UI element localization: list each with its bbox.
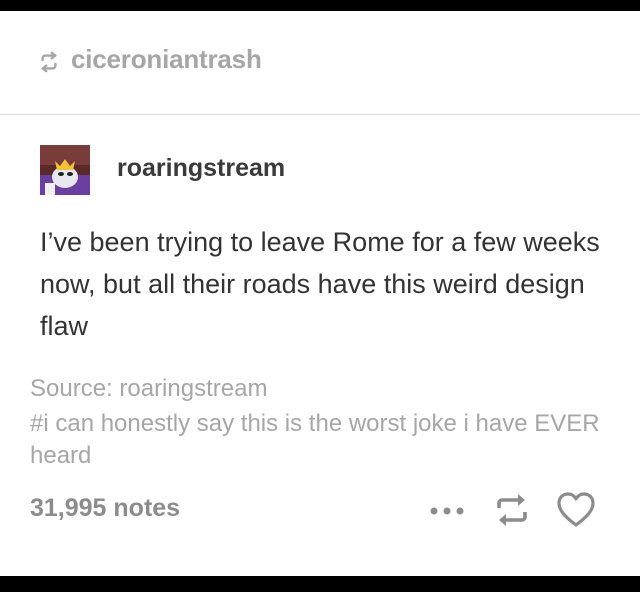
reblog-icon <box>41 51 57 73</box>
reblogger-username[interactable]: ciceroniantrash <box>71 44 262 75</box>
more-icon[interactable] <box>428 505 466 517</box>
post-tags[interactable]: #i can honestly say this is the worst jo… <box>30 408 630 472</box>
notes-count[interactable]: 31,995 notes <box>30 494 180 523</box>
post-author[interactable]: roaringstream <box>117 154 285 183</box>
post-body: I’ve been trying to leave Rome for a few… <box>40 227 600 341</box>
reblog-button[interactable] <box>493 491 531 529</box>
avatar[interactable] <box>40 145 90 195</box>
post-card: ciceroniantrash roaringstream I’ve been … <box>0 11 640 576</box>
reblog-header: ciceroniantrash <box>0 11 640 115</box>
heart-icon[interactable] <box>556 491 596 529</box>
post-source[interactable]: Source: roaringstream <box>30 375 267 403</box>
